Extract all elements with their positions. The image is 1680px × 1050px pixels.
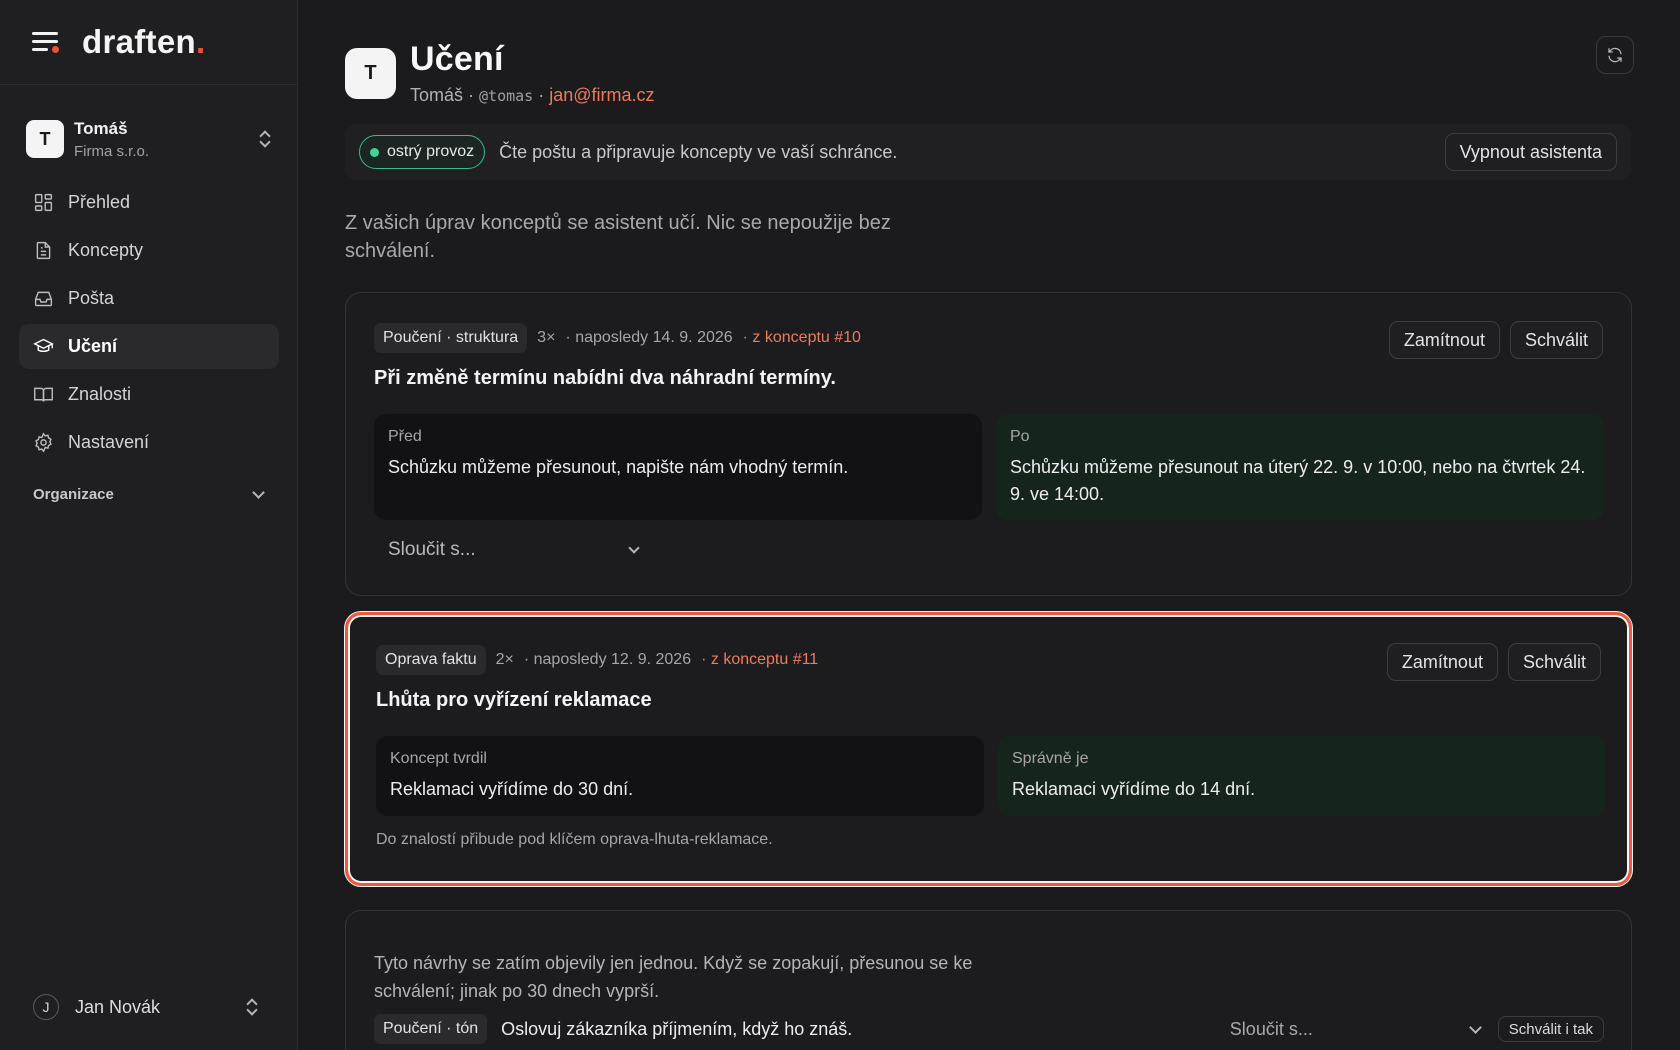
source-draft-link[interactable]: · z konceptu #10	[743, 329, 861, 347]
card-actions: Zamítnout Schválit	[1377, 643, 1601, 681]
sidebar-item-prehled[interactable]: Přehled	[19, 180, 279, 225]
gear-icon	[35, 432, 52, 453]
sidebar-item-label: Přehled	[68, 192, 131, 212]
status-badge-label: ostrý provoz	[387, 143, 475, 160]
account-switcher[interactable]: T Tomáš Firma s.r.o.	[26, 116, 276, 162]
chevron-down-icon	[252, 486, 265, 499]
merge-select[interactable]: Sloučit s...	[388, 539, 640, 561]
user-name: Jan Novák	[75, 996, 161, 1017]
last-seen-date: · naposledy 14. 9. 2026	[565, 329, 733, 346]
category-tag: Poučení · struktura	[374, 323, 528, 353]
user-avatar: J	[33, 994, 59, 1020]
after-label: Po	[1010, 428, 1030, 445]
sidebar-nav: Přehled Koncepty Pošta Učení Znalosti Na…	[19, 180, 279, 468]
account-org: Firma s.r.o.	[74, 142, 150, 160]
sidebar-item-label: Učení	[68, 336, 118, 356]
card-meta: Poučení · struktura 3× · naposledy 14. 9…	[374, 323, 861, 353]
merge-select[interactable]: Sloučit s...	[1229, 1018, 1482, 1040]
organization-label: Organizace	[33, 486, 114, 503]
disable-assistant-button[interactable]: Vypnout asistenta	[1444, 133, 1617, 171]
knowledge-note: Do znalostí přibude pod klíčem oprava-lh…	[376, 831, 773, 848]
before-text: Schůzku můžeme přesunout, napište nám vh…	[388, 457, 849, 477]
graduation-cap-icon	[33, 338, 54, 353]
category-tag: Poučení · tón	[374, 1014, 488, 1044]
pending-row: Poučení · tón Oslovuj zákazníka příjmení…	[374, 1014, 1604, 1044]
pending-explanation: Tyto návrhy se zatím objevily jen jednou…	[374, 953, 973, 1001]
brand-header: draften.	[0, 0, 297, 85]
subtitle-separator: ·	[533, 85, 550, 105]
sidebar-item-label: Nastavení	[68, 432, 150, 452]
learning-card-highlighted: Oprava faktu 2× · naposledy 12. 9. 2026 …	[345, 612, 1632, 886]
sidebar-item-uceni[interactable]: Učení	[19, 324, 279, 369]
after-pane: Po Schůzku můžeme přesunout na úterý 22.…	[996, 414, 1604, 520]
account-name: Tomáš	[74, 118, 128, 138]
status-dot-icon	[370, 147, 379, 157]
main-content: T Učení Tomáš · @tomas · jan@firma.cz os…	[298, 0, 1680, 1050]
approve-anyway-button[interactable]: Schválit i tak	[1497, 1016, 1604, 1042]
claimed-text: Reklamaci vyřídíme do 30 dní.	[390, 779, 634, 799]
page-title: Učení	[410, 40, 504, 78]
status-text: Čte poštu a připravuje koncepty ve vaší …	[499, 141, 898, 162]
sidebar-item-koncepty[interactable]: Koncepty	[19, 228, 279, 273]
claimed-label: Koncept tvrdil	[390, 750, 487, 767]
account-avatar: T	[26, 120, 64, 158]
document-icon	[36, 241, 51, 260]
assistant-avatar: T	[345, 48, 396, 99]
source-draft-link[interactable]: · z konceptu #11	[701, 651, 818, 669]
owner-handle: @tomas	[479, 87, 534, 105]
book-icon	[34, 387, 53, 402]
refresh-button[interactable]	[1596, 36, 1634, 74]
sidebar-item-nastaveni[interactable]: Nastavení	[19, 420, 279, 465]
chevron-down-icon	[628, 542, 640, 554]
chevron-up-down-icon	[258, 129, 272, 149]
sidebar-item-znalosti[interactable]: Znalosti	[19, 372, 279, 417]
merge-select-value: Sloučit s...	[388, 539, 476, 560]
card-actions: Zamítnout Schválit	[1379, 321, 1603, 359]
sidebar-item-label: Koncepty	[68, 240, 144, 260]
sidebar-item-label: Pošta	[68, 288, 115, 308]
correct-pane: Správně je Reklamaci vyřídíme do 14 dní.	[998, 736, 1606, 816]
page-subtitle: Tomáš · @tomas · jan@firma.cz	[410, 85, 655, 106]
reject-button[interactable]: Zamítnout	[1386, 643, 1498, 681]
claimed-pane: Koncept tvrdil Reklamaci vyřídíme do 30 …	[376, 736, 984, 816]
correct-text: Reklamaci vyřídíme do 14 dní.	[1012, 779, 1256, 799]
organization-group-toggle[interactable]: Organizace	[33, 486, 265, 503]
card-title: Lhůta pro vyřízení reklamace	[376, 689, 652, 711]
approve-button[interactable]: Schválit	[1507, 643, 1601, 681]
sidebar-item-label: Znalosti	[68, 384, 132, 404]
user-menu[interactable]: J Jan Novák	[33, 994, 263, 1020]
grid-icon	[34, 193, 53, 212]
merge-select-value: Sloučit s...	[1229, 1018, 1313, 1039]
occurrence-count: 3×	[537, 329, 556, 346]
chevron-up-down-icon	[245, 997, 259, 1017]
assistant-status-bar: ostrý provoz Čte poštu a připravuje konc…	[345, 124, 1631, 180]
inbox-icon	[34, 291, 53, 307]
occurrence-count: 2×	[495, 651, 514, 668]
before-pane: Před Schůzku můžeme přesunout, napište n…	[374, 414, 982, 520]
owner-email-link[interactable]: jan@firma.cz	[549, 85, 654, 105]
intro-text: Z vašich úprav konceptů se asistent učí.…	[345, 212, 891, 262]
status-badge: ostrý provoz	[359, 135, 486, 169]
page-header: T Učení Tomáš · @tomas · jan@firma.cz	[345, 40, 655, 106]
approve-button[interactable]: Schválit	[1509, 321, 1603, 359]
owner-name: Tomáš ·	[410, 85, 480, 105]
category-tag: Oprava faktu	[376, 645, 486, 675]
after-text: Schůzku můžeme přesunout na úterý 22. 9.…	[1010, 457, 1586, 504]
card-meta: Oprava faktu 2× · naposledy 12. 9. 2026 …	[376, 645, 818, 675]
before-label: Před	[388, 428, 422, 445]
menu-icon[interactable]	[32, 30, 60, 54]
last-seen-date: · naposledy 12. 9. 2026	[523, 651, 692, 668]
refresh-icon	[1608, 47, 1622, 63]
pending-suggestions-card: Tyto návrhy se zatím objevily jen jednou…	[345, 910, 1632, 1050]
chevron-down-icon	[1468, 1020, 1482, 1034]
learning-card: Poučení · struktura 3× · naposledy 14. 9…	[345, 292, 1632, 596]
reject-button[interactable]: Zamítnout	[1388, 321, 1500, 359]
sidebar-item-posta[interactable]: Pošta	[19, 276, 279, 321]
card-title: Při změně termínu nabídni dva náhradní t…	[374, 367, 836, 389]
sidebar: draften. T Tomáš Firma s.r.o. Přehled Ko…	[0, 0, 298, 1050]
logo: draften.	[82, 23, 206, 60]
pending-rule-text: Oslovuj zákazníka příjmením, když ho zná…	[501, 1018, 853, 1039]
correct-label: Správně je	[1012, 750, 1089, 767]
